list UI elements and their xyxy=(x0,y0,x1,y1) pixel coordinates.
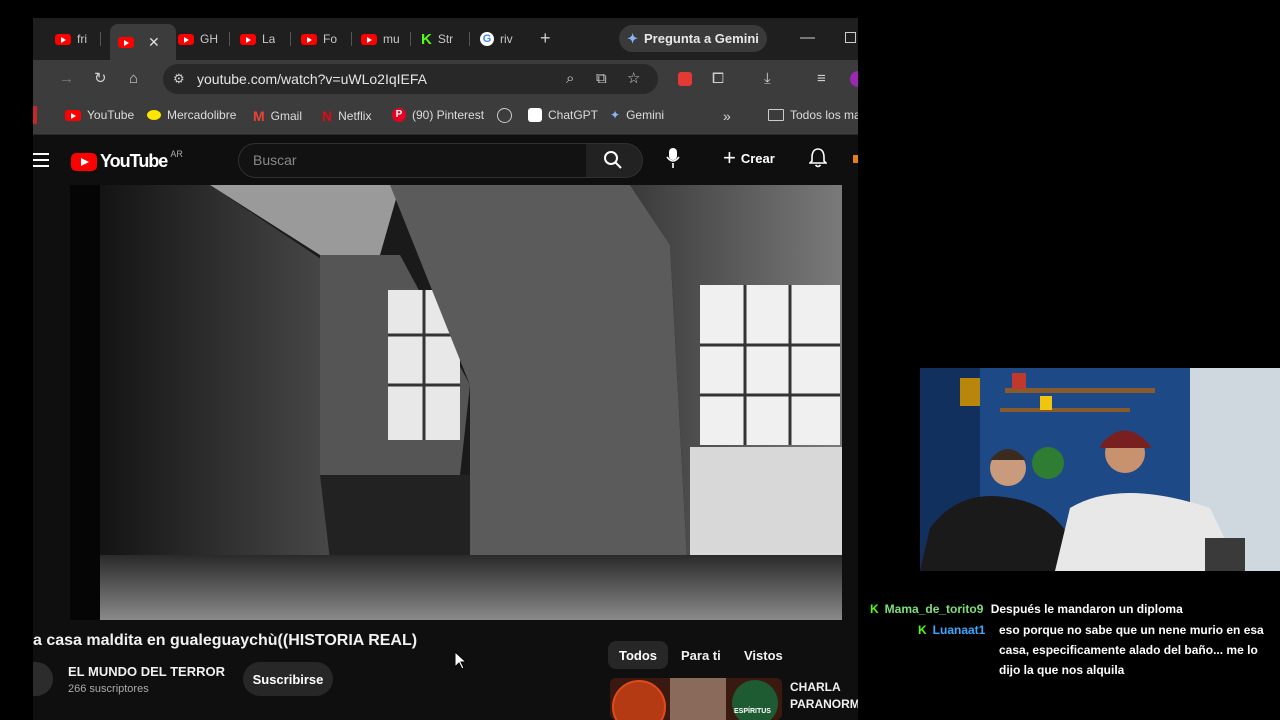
maximize-icon[interactable] xyxy=(845,32,856,43)
tab-strip: fri ✕ GH La Fo mu K Str Griv + ✦ Pregunta … xyxy=(33,18,858,60)
url-text: youtube.com/watch?v=uWLo2IqIEFA xyxy=(197,71,427,87)
gemini-icon: ✦ xyxy=(610,108,621,122)
tab-6[interactable]: mu xyxy=(361,27,400,51)
bookmark-gemini[interactable]: ✦ Gemini xyxy=(610,108,664,122)
address-toolbar: → ↻ ⌂ ⚙ youtube.com/watch?v=uWLo2IqIEFA … xyxy=(33,60,858,98)
site-settings-icon[interactable]: ⚙ xyxy=(173,71,185,87)
gemini-icon: ✦ xyxy=(627,30,639,46)
subscribe-button[interactable]: Suscribirse xyxy=(243,662,333,696)
bookmark-chatgpt[interactable]: ChatGPT xyxy=(528,108,598,122)
gmail-icon: M xyxy=(253,108,265,124)
forward-icon[interactable]: → xyxy=(59,71,74,87)
youtube-icon xyxy=(65,109,81,121)
minimize-icon[interactable]: — xyxy=(800,30,815,46)
kick-badge-icon: K xyxy=(918,623,927,637)
youtube-header: YouTube AR Buscar + Crear xyxy=(33,135,858,185)
chip-todos[interactable]: Todos xyxy=(608,641,669,669)
home-icon[interactable]: ⌂ xyxy=(129,71,138,87)
chip-vistos[interactable]: Vistos xyxy=(733,641,794,669)
download-icon[interactable]: ⤓ xyxy=(764,71,771,87)
youtube-icon xyxy=(301,33,317,45)
channel-name[interactable]: EL MUNDO DEL TERROR xyxy=(68,664,225,679)
tab-2-active[interactable]: ✕ xyxy=(110,24,176,60)
chat-username[interactable]: Mama_de_torito9 xyxy=(885,602,984,616)
bell-icon xyxy=(808,148,828,168)
tab-3[interactable]: GH xyxy=(178,27,218,51)
reload-icon[interactable]: ↻ xyxy=(94,71,107,87)
tab-8[interactable]: Griv xyxy=(480,27,513,51)
youtube-logo-icon xyxy=(71,152,97,171)
tab-5[interactable]: Fo xyxy=(301,27,337,51)
mercadolibre-icon xyxy=(147,110,161,120)
youtube-icon xyxy=(55,33,71,45)
subscriber-count: 266 suscriptores xyxy=(68,683,149,695)
youtube-logo[interactable]: YouTube AR xyxy=(71,149,183,172)
close-tab-icon[interactable]: ✕ xyxy=(148,34,160,51)
chatgpt-icon xyxy=(528,108,542,122)
netflix-icon: N xyxy=(322,108,333,124)
notifications-button[interactable] xyxy=(808,148,828,173)
chat-text: eso porque no sabe que un nene murio en … xyxy=(999,623,1264,677)
chat-text: Después le mandaron un diploma xyxy=(990,602,1183,616)
extension-red-icon[interactable] xyxy=(678,72,692,86)
media-control-icon[interactable]: ≡ xyxy=(817,71,826,87)
more-bookmarks-icon[interactable]: » xyxy=(723,108,731,124)
chip-para-ti[interactable]: Para ti xyxy=(670,641,732,669)
chat-username[interactable]: Luanaat1 xyxy=(933,623,986,637)
profile-avatar[interactable] xyxy=(850,71,858,87)
install-app-icon[interactable]: ⧉ xyxy=(596,71,607,87)
avatar[interactable] xyxy=(853,155,858,163)
kick-badge-icon: K xyxy=(870,602,879,616)
tab-1[interactable]: fri xyxy=(55,27,87,51)
youtube-icon xyxy=(118,36,134,48)
all-bookmarks[interactable]: Todos los ma xyxy=(768,108,858,122)
mic-icon xyxy=(666,148,680,168)
video-frame-image xyxy=(70,185,842,620)
pinterest-icon: P xyxy=(392,108,406,122)
webcam-image xyxy=(920,368,1280,571)
video-title: a casa maldita en gualeguaychù((HISTORIA… xyxy=(33,632,418,649)
menu-icon[interactable] xyxy=(33,153,49,167)
youtube-icon xyxy=(240,33,256,45)
omnibox[interactable]: ⚙ youtube.com/watch?v=uWLo2IqIEFA ⌕ ⧉ ☆ xyxy=(163,64,658,94)
chat-message: K Luanaat1 xyxy=(918,620,985,640)
tab-7[interactable]: K Str xyxy=(421,27,453,51)
webcam-overlay xyxy=(920,368,1280,571)
bookmark-gmail[interactable]: M Gmail xyxy=(253,108,302,124)
create-button[interactable]: + Crear xyxy=(723,145,775,170)
bookmark-star-icon[interactable]: ☆ xyxy=(627,71,640,87)
channel-avatar[interactable] xyxy=(33,662,53,696)
youtube-icon xyxy=(178,33,194,45)
bookmark-youtube[interactable]: YouTube xyxy=(65,108,134,122)
bookmark-mercadolibre[interactable]: Mercadolibre xyxy=(147,108,236,122)
search-icon xyxy=(604,151,622,169)
bookmark-pinterest[interactable]: P (90) Pinterest xyxy=(392,108,484,122)
recommended-thumbnail[interactable]: ESPÍRITUS xyxy=(610,678,782,720)
zoom-icon[interactable]: ⌕ xyxy=(566,71,574,87)
new-tab-icon[interactable]: + xyxy=(540,29,551,47)
search-button[interactable] xyxy=(586,143,643,178)
chat-message: K Mama_de_torito9 Después le mandaron un … xyxy=(870,599,1183,619)
google-icon: G xyxy=(480,32,494,46)
gemini-button[interactable]: ✦ Pregunta a Gemini xyxy=(619,25,767,52)
folder-icon xyxy=(768,109,784,121)
recommended-title[interactable]: CHARLA PARANORM xyxy=(790,679,858,713)
video-player[interactable] xyxy=(70,185,842,620)
extensions-icon[interactable]: ⧠ xyxy=(712,71,724,87)
mic-button[interactable] xyxy=(666,148,680,173)
plus-icon: + xyxy=(723,145,736,170)
globe-icon xyxy=(497,108,512,123)
bookmark-netflix[interactable]: N Netflix xyxy=(322,108,371,124)
mouse-cursor-icon xyxy=(455,652,467,670)
tab-4[interactable]: La xyxy=(240,27,275,51)
bookmark-globe[interactable] xyxy=(497,108,512,123)
search-input[interactable]: Buscar xyxy=(238,143,588,178)
kick-icon: K xyxy=(421,30,432,48)
youtube-icon xyxy=(361,33,377,45)
bookmarks-bar: YouTube Mercadolibre M Gmail N Netflix P (9… xyxy=(33,98,858,135)
browser-window: fri ✕ GH La Fo mu K Str Griv + ✦ Pregunta … xyxy=(33,18,858,720)
